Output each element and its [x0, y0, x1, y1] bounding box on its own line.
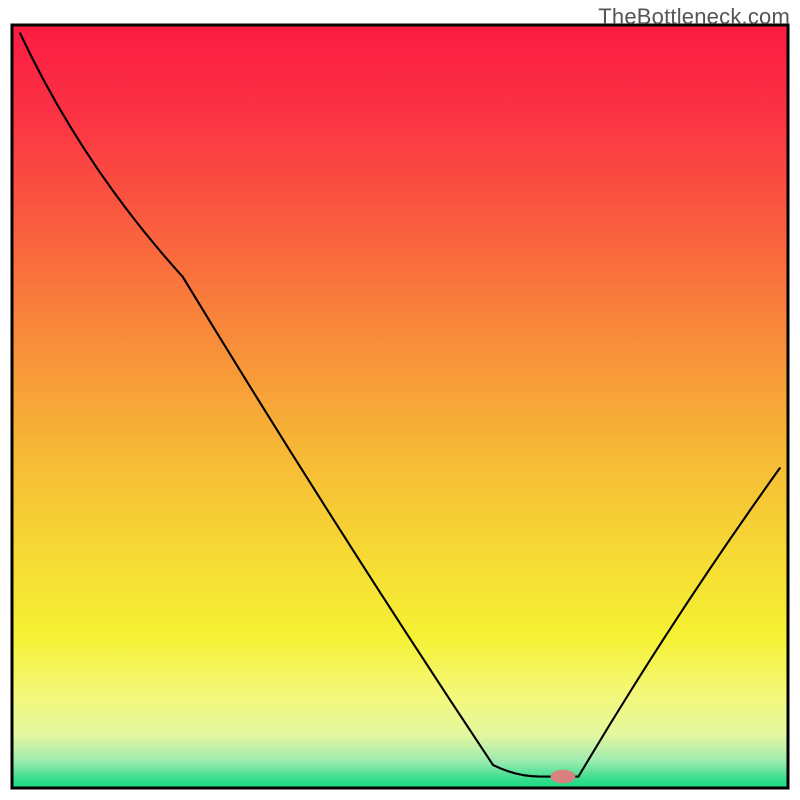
chart-stage: TheBottleneck.com [0, 0, 800, 800]
bottleneck-chart [0, 0, 800, 800]
watermark-text: TheBottleneck.com [598, 4, 790, 30]
optimum-marker [551, 770, 576, 784]
gradient-background [12, 25, 788, 788]
